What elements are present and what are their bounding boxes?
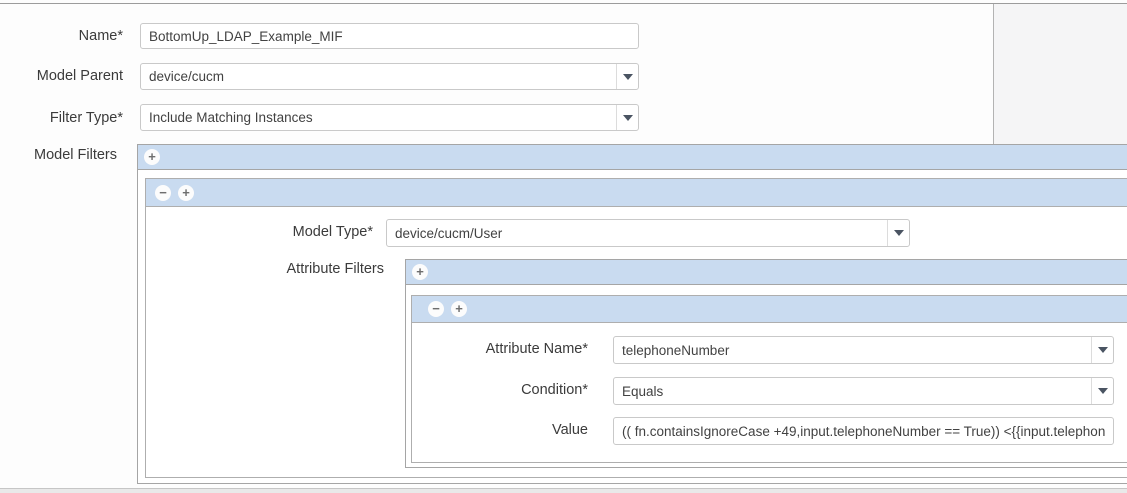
bottom-strip	[0, 488, 1127, 493]
add-model-filter-item-button[interactable]: +	[178, 184, 194, 201]
attribute-filters-label: Attribute Filters	[286, 261, 385, 277]
model-parent-value: device/cucm	[149, 69, 225, 84]
attribute-filter-item-header-bar: − +	[412, 296, 1127, 323]
add-attribute-filter-item-button[interactable]: +	[451, 301, 467, 317]
model-filter-form: Name* Model Parent device/cucm Filter Ty…	[0, 0, 1127, 493]
dropdown-arrow-icon[interactable]	[616, 64, 638, 89]
dropdown-arrow-icon[interactable]	[1091, 378, 1113, 404]
model-parent-select[interactable]: device/cucm	[140, 63, 639, 90]
filter-type-value: Include Matching Instances	[149, 110, 313, 125]
attribute-name-label: Attribute Name*	[485, 341, 588, 357]
remove-model-filter-button[interactable]: −	[155, 184, 171, 201]
top-divider	[0, 3, 1127, 4]
model-parent-label: Model Parent	[36, 68, 123, 84]
condition-value: Equals	[622, 383, 664, 399]
add-model-filter-button[interactable]: +	[144, 149, 160, 165]
name-input[interactable]	[140, 23, 639, 49]
model-type-value: device/cucm/User	[395, 225, 503, 241]
model-type-select[interactable]: device/cucm/User	[386, 219, 910, 247]
add-attribute-filter-button[interactable]: +	[412, 264, 428, 280]
model-filters-label: Model Filters	[34, 147, 117, 163]
value-input[interactable]	[613, 417, 1114, 445]
attribute-name-value: telephoneNumber	[622, 342, 730, 358]
model-filters-header-bar: +	[138, 145, 1127, 170]
condition-label: Condition*	[521, 382, 588, 398]
remove-attribute-filter-button[interactable]: −	[428, 301, 444, 317]
name-label: Name*	[78, 28, 123, 44]
dropdown-arrow-icon[interactable]	[887, 220, 909, 246]
dropdown-arrow-icon[interactable]	[1091, 337, 1113, 363]
condition-select[interactable]: Equals	[613, 377, 1114, 405]
value-label: Value	[551, 422, 588, 438]
dropdown-arrow-icon[interactable]	[616, 105, 638, 130]
filter-type-select[interactable]: Include Matching Instances	[140, 104, 639, 131]
top-right-background	[993, 4, 1127, 144]
attribute-name-select[interactable]: telephoneNumber	[613, 336, 1114, 364]
attribute-filters-header-bar: +	[406, 260, 1127, 285]
filter-type-label: Filter Type*	[49, 110, 123, 126]
model-filter-item-header-bar: − +	[146, 179, 1127, 207]
model-type-label: Model Type*	[292, 224, 373, 240]
